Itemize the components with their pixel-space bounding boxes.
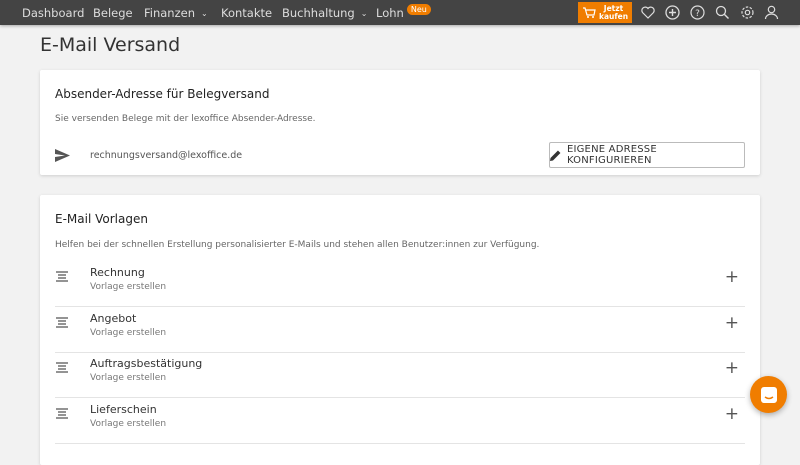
- add-template-icon[interactable]: +: [725, 313, 739, 333]
- text-align-icon: [56, 271, 68, 282]
- text-align-icon: [56, 407, 68, 419]
- template-name: Lieferschein: [90, 402, 157, 416]
- nav-lohn[interactable]: Lohn Neu: [376, 3, 431, 20]
- svg-text:?: ?: [695, 9, 700, 19]
- nav-buchhaltung[interactable]: Buchhaltung ⌄: [282, 6, 367, 20]
- page-title: E-Mail Versand: [40, 34, 181, 56]
- help-icon[interactable]: ?: [689, 4, 706, 21]
- search-icon[interactable]: [714, 4, 731, 21]
- gear-icon[interactable]: [739, 4, 756, 21]
- templates-card: E-Mail Vorlagen Helfen bei der schnellen…: [40, 195, 760, 465]
- cart-icon: [582, 7, 596, 18]
- nav-label: Belege: [93, 6, 133, 20]
- top-nav: Dashboard Belege Finanzen ⌄ Kontakte Buch…: [0, 0, 800, 25]
- template-name: Auftragsbestätigung: [90, 357, 203, 370]
- pencil-icon: [550, 150, 561, 161]
- send-icon: [55, 149, 70, 162]
- sender-card: Absender-Adresse für Belegversand Sie ve…: [40, 70, 760, 175]
- add-template-icon[interactable]: +: [725, 358, 739, 378]
- nav-dashboard[interactable]: Dashboard: [22, 6, 84, 20]
- templates-description: Helfen bei der schnellen Erstellung pers…: [55, 240, 540, 250]
- configure-address-button[interactable]: EIGENE ADRESSE KONFIGURIEREN: [549, 142, 745, 168]
- chat-button[interactable]: [750, 376, 787, 413]
- templates-title: E-Mail Vorlagen: [55, 212, 148, 226]
- heart-icon[interactable]: [639, 4, 656, 21]
- add-circle-icon[interactable]: [664, 4, 681, 21]
- template-action: Vorlage erstellen: [90, 418, 167, 429]
- buy-line2: kaufen: [598, 11, 629, 21]
- nav-label: Lohn: [376, 6, 404, 20]
- buy-now-button[interactable]: Jetzt kaufen: [578, 2, 632, 23]
- add-template-icon[interactable]: +: [725, 404, 739, 424]
- sender-title: Absender-Adresse für Belegversand: [55, 87, 270, 101]
- sender-email: rechnungsversand@lexoffice.de: [90, 150, 243, 161]
- nav-kontakte[interactable]: Kontakte: [221, 6, 272, 20]
- nav-label: Finanzen: [144, 6, 195, 20]
- nav-belege[interactable]: Belege: [93, 6, 133, 20]
- template-row[interactable]: Rechnung Vorlage erstellen +: [55, 261, 745, 307]
- nav-label: Kontakte: [221, 6, 273, 20]
- template-row[interactable]: Angebot Vorlage erstellen +: [55, 307, 745, 353]
- sender-description: Sie versenden Belege mit der lexoffice A…: [55, 114, 316, 124]
- text-align-icon: [56, 362, 68, 373]
- template-action: Vorlage erstellen: [90, 327, 167, 338]
- nav-label: Buchhaltung: [282, 6, 355, 20]
- nav-label: Dashboard: [22, 6, 85, 20]
- template-row[interactable]: Lieferschein Vorlage erstellen +: [55, 398, 745, 444]
- new-badge: Neu: [406, 3, 431, 15]
- button-label: EIGENE ADRESSE KONFIGURIEREN: [566, 144, 657, 166]
- user-icon[interactable]: [763, 4, 780, 21]
- template-name: Angebot: [90, 311, 137, 325]
- add-template-icon[interactable]: +: [725, 267, 739, 287]
- chat-icon: [760, 386, 777, 403]
- chevron-down-icon: ⌄: [360, 8, 368, 18]
- template-action: Vorlage erstellen: [90, 282, 167, 292]
- chevron-down-icon: ⌄: [201, 8, 208, 18]
- nav-finanzen[interactable]: Finanzen ⌄: [144, 6, 208, 20]
- text-align-icon: [56, 316, 68, 328]
- template-name: Rechnung: [90, 266, 145, 279]
- template-action: Vorlage erstellen: [90, 373, 167, 383]
- template-row[interactable]: Auftragsbestätigung Vorlage erstellen +: [55, 352, 745, 398]
